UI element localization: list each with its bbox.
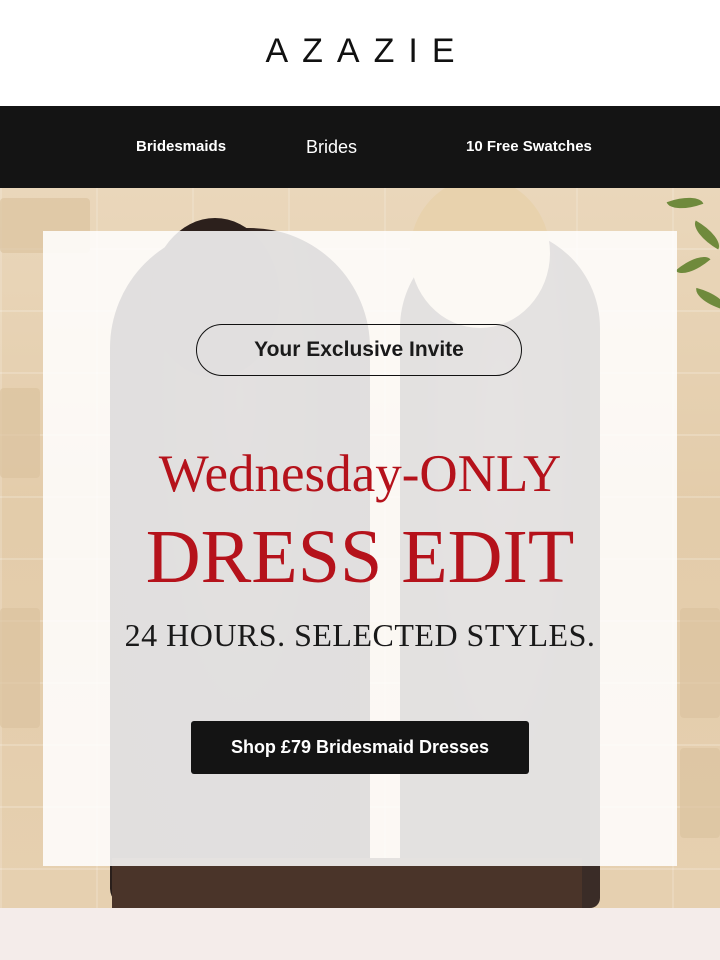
subheadline: 24 HOURS. SELECTED STYLES. [124,617,596,653]
email-header: AZAZIE [0,0,720,106]
nav-item-bridesmaids[interactable]: Bridesmaids [136,106,226,188]
nav-item-free-swatches[interactable]: 10 Free Swatches [466,106,592,188]
brand-logo[interactable]: AZAZIE [251,32,468,71]
nav-item-brides[interactable]: Brides [306,106,357,188]
headline-wednesday-only: Wednesday-ONLY [158,445,562,503]
wall-stone [680,748,720,838]
bottom-section-band [0,908,720,960]
main-nav: Bridesmaids Brides 10 Free Swatches [0,106,720,188]
headline-dress-edit: DRESS EDIT [145,515,575,599]
shop-bridesmaid-dresses-button[interactable]: Shop £79 Bridesmaid Dresses [191,721,529,774]
exclusive-invite-badge: Your Exclusive Invite [196,324,522,376]
hero-banner[interactable]: Your Exclusive Invite Wednesday-ONLY DRE… [0,188,720,908]
